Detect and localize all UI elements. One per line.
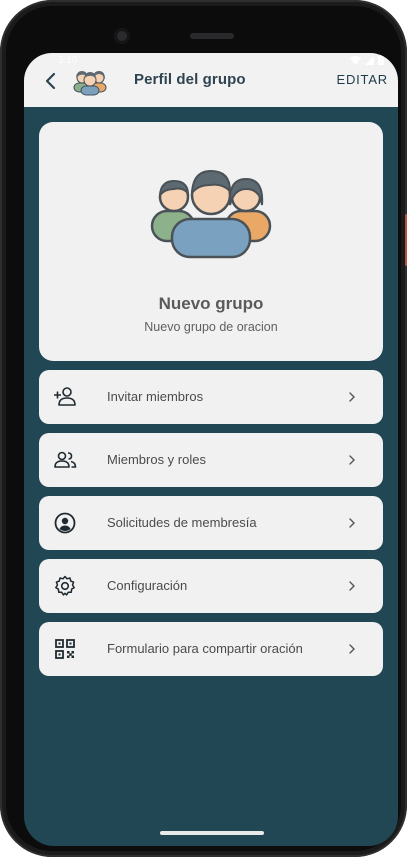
phone-bezel: Perfil del grupo EDITAR 3:10 Nuevo grupo…	[6, 6, 401, 851]
group-people-icon	[150, 169, 272, 259]
page-title: Perfil del grupo	[134, 71, 246, 88]
menu-item-settings[interactable]: Configuración	[39, 559, 383, 613]
status-time: 3:10	[58, 55, 78, 66]
menu-item-label: Solicitudes de membresía	[107, 515, 257, 530]
chevron-left-icon	[45, 72, 56, 90]
menu-item-members-roles[interactable]: Miembros y roles	[39, 433, 383, 487]
chevron-right-icon	[349, 455, 355, 465]
qr-code-icon	[55, 639, 75, 659]
battery-icon	[378, 55, 384, 65]
edit-button[interactable]: EDITAR	[336, 72, 388, 87]
menu-item-share-prayer-form[interactable]: Formulario para compartir oración	[39, 622, 383, 676]
group-profile-card: Nuevo grupo Nuevo grupo de oracion	[39, 122, 383, 361]
chevron-right-icon	[349, 392, 355, 402]
back-button[interactable]	[40, 67, 60, 95]
gear-icon	[55, 575, 75, 596]
menu-item-label: Invitar miembros	[107, 389, 204, 404]
earpiece-speaker	[190, 33, 234, 39]
chevron-right-icon	[349, 518, 355, 528]
menu-item-label: Configuración	[107, 578, 188, 593]
add-person-icon	[54, 387, 76, 406]
signal-icon	[365, 55, 374, 65]
menu-item-membership-requests[interactable]: Solicitudes de membresía	[39, 496, 383, 550]
menu-item-label: Formulario para compartir oración	[107, 641, 303, 656]
status-icons	[350, 55, 384, 65]
menu-item-invite-members[interactable]: Invitar miembros	[39, 370, 383, 424]
group-description: Nuevo grupo de oracion	[144, 320, 278, 334]
chevron-right-icon	[349, 581, 355, 591]
group-name: Nuevo grupo	[158, 294, 264, 313]
account-circle-icon	[54, 512, 76, 534]
menu-item-label: Miembros y roles	[107, 452, 206, 467]
group-icon	[54, 451, 77, 468]
wifi-icon	[350, 55, 361, 65]
screen: Perfil del grupo EDITAR 3:10 Nuevo grupo…	[24, 53, 398, 846]
phone-frame: Perfil del grupo EDITAR 3:10 Nuevo grupo…	[0, 0, 407, 857]
front-camera	[114, 28, 130, 44]
chevron-right-icon	[349, 644, 355, 654]
group-avatar-icon	[73, 71, 107, 96]
status-bar: 3:10	[24, 53, 398, 67]
home-indicator[interactable]	[160, 831, 264, 835]
